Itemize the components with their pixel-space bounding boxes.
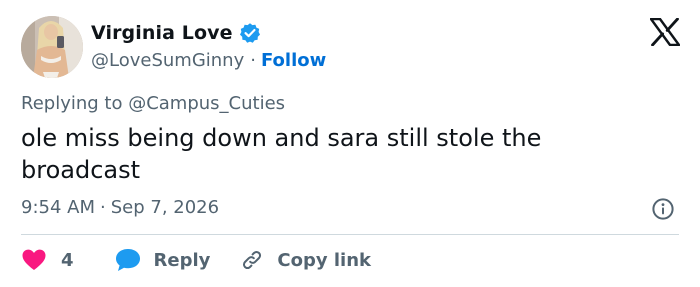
like-count: 4 bbox=[61, 249, 74, 271]
action-bar: 4 Reply Copy link bbox=[21, 246, 371, 274]
avatar[interactable] bbox=[21, 16, 83, 78]
tweet-date: Sep 7, 2026 bbox=[110, 197, 220, 218]
tweet-timestamp[interactable]: 9:54 AM · Sep 7, 2026 bbox=[21, 197, 219, 218]
timestamp-separator: · bbox=[100, 197, 106, 218]
info-icon[interactable] bbox=[651, 197, 675, 221]
replying-to-label[interactable]: Replying to @Campus_Cuties bbox=[21, 93, 285, 114]
heart-icon bbox=[21, 248, 47, 272]
tweet-time: 9:54 AM bbox=[21, 197, 95, 218]
like-button[interactable]: 4 bbox=[21, 248, 74, 272]
author-handle[interactable]: @LoveSumGinny bbox=[91, 50, 244, 71]
tweet-text: ole miss being down and sara still stole… bbox=[21, 124, 542, 184]
author-name-row: Virginia Love bbox=[91, 20, 261, 46]
verified-badge-icon bbox=[239, 22, 261, 44]
tweet-embed-card: Virginia Love @LoveSumGinny · Follow Rep… bbox=[0, 0, 700, 287]
reply-button[interactable]: Reply bbox=[114, 247, 211, 273]
follow-button[interactable]: Follow bbox=[261, 50, 326, 71]
reply-label: Reply bbox=[153, 249, 211, 271]
link-icon bbox=[240, 248, 264, 272]
divider bbox=[21, 234, 679, 235]
display-name[interactable]: Virginia Love bbox=[91, 22, 233, 44]
speech-bubble-icon bbox=[114, 247, 142, 273]
handle-row: @LoveSumGinny · Follow bbox=[91, 48, 326, 72]
copy-link-button[interactable]: Copy link bbox=[240, 248, 371, 272]
x-logo-icon[interactable] bbox=[649, 17, 681, 47]
handle-separator: · bbox=[250, 49, 256, 71]
copy-link-label: Copy link bbox=[277, 249, 371, 271]
